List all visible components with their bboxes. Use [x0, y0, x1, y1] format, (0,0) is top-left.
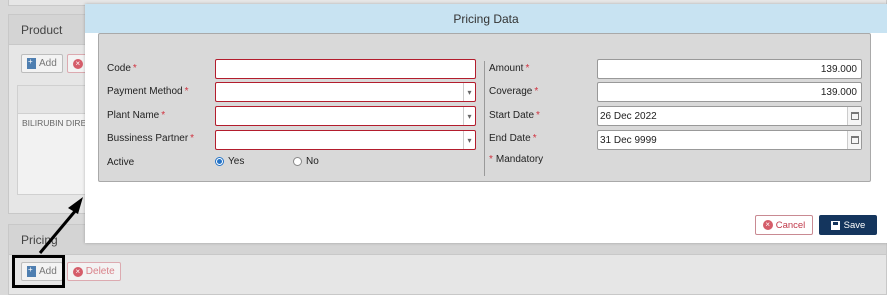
code-label-text: Code: [107, 63, 131, 74]
amount-value: 139.000: [820, 63, 857, 75]
active-no-radio[interactable]: No: [293, 156, 319, 167]
add-button-highlight: [12, 255, 65, 288]
chevron-down-icon[interactable]: ▾: [463, 83, 475, 101]
form-divider: [484, 61, 485, 176]
end-date-input[interactable]: 31 Dec 9999: [597, 130, 862, 150]
end-date-label-text: End Date: [489, 133, 531, 144]
mandatory-note: * Mandatory: [489, 154, 543, 165]
pricing-form: Code * Payment Method * ▾ Plant Name * ▾ Bu…: [98, 33, 871, 182]
start-date-value: 26 Dec 2022: [600, 110, 657, 122]
required-marker: *: [536, 110, 540, 121]
active-no-label: No: [306, 156, 319, 167]
cancel-label: Cancel: [775, 219, 806, 231]
end-date-value: 31 Dec 9999: [600, 134, 657, 146]
active-label: Active: [107, 157, 135, 168]
payment-method-select[interactable]: ▾: [215, 82, 476, 102]
delete-icon: ×: [72, 266, 83, 277]
required-marker: *: [534, 86, 539, 97]
active-yes-radio[interactable]: Yes: [215, 156, 244, 167]
radio-unselected-icon[interactable]: [293, 157, 302, 166]
coverage-value: 139.000: [820, 86, 857, 98]
payment-method-label: Payment Method *: [107, 86, 189, 97]
required-marker: *: [532, 133, 537, 144]
required-marker: *: [161, 110, 166, 121]
plant-name-label: Plant Name *: [107, 110, 165, 121]
amount-label: Amount *: [489, 63, 529, 74]
calendar-icon[interactable]: [847, 107, 861, 125]
calendar-icon[interactable]: [847, 131, 861, 149]
product-add-label: Add: [39, 58, 57, 69]
radio-selected-icon[interactable]: [215, 157, 224, 166]
save-disk-icon: [830, 220, 840, 230]
required-marker: *: [184, 86, 189, 97]
save-label: Save: [843, 219, 866, 231]
payment-method-label-text: Payment Method: [107, 86, 183, 97]
plant-name-select[interactable]: ▾: [215, 106, 476, 126]
modal-title: Pricing Data: [85, 4, 887, 33]
required-marker: *: [190, 133, 195, 144]
cancel-icon: ×: [762, 220, 773, 230]
cancel-button[interactable]: × Cancel: [755, 215, 813, 235]
chevron-down-icon[interactable]: ▾: [463, 107, 475, 125]
start-date-input[interactable]: 26 Dec 2022: [597, 106, 862, 126]
save-button[interactable]: Save: [819, 215, 877, 235]
required-marker: *: [489, 154, 493, 165]
start-date-label: Start Date *: [489, 110, 540, 121]
chevron-down-icon[interactable]: ▾: [463, 131, 475, 149]
coverage-label-text: Coverage: [489, 86, 533, 97]
pricing-delete-button[interactable]: × Delete: [66, 262, 121, 281]
amount-input[interactable]: 139.000: [597, 59, 862, 79]
business-partner-select[interactable]: ▾: [215, 130, 476, 150]
delete-icon: ×: [72, 58, 83, 69]
plant-name-label-text: Plant Name: [107, 110, 160, 121]
business-partner-label-text: Bussiness Partner: [107, 133, 189, 144]
add-document-icon: [27, 57, 36, 69]
pricing-delete-label: Delete: [85, 266, 115, 277]
end-date-label: End Date *: [489, 133, 537, 144]
amount-label-text: Amount: [489, 63, 524, 74]
active-yes-label: Yes: [228, 156, 245, 167]
required-marker: *: [132, 63, 137, 74]
code-input[interactable]: [215, 59, 476, 79]
required-marker: *: [525, 63, 530, 74]
pricing-data-modal: Pricing Data Code * Payment Method * ▾ Pla…: [85, 4, 887, 243]
business-partner-label: Bussiness Partner *: [107, 133, 194, 144]
mandatory-note-text: Mandatory: [495, 154, 544, 165]
product-add-button[interactable]: Add: [21, 54, 63, 73]
coverage-input[interactable]: 139.000: [597, 82, 862, 102]
coverage-label: Coverage *: [489, 86, 538, 97]
start-date-label-text: Start Date: [489, 110, 535, 121]
code-label: Code *: [107, 63, 137, 74]
